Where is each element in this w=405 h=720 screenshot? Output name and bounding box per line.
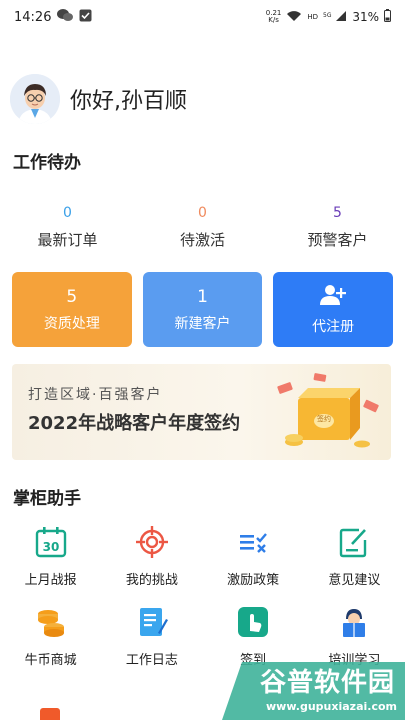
tool-label: 我的挑战 xyxy=(125,573,178,588)
tool-label: 激励政策 xyxy=(227,573,280,588)
target-icon xyxy=(132,522,172,562)
new-customer-card[interactable]: 1 新建客户 xyxy=(142,272,263,347)
add-user-icon xyxy=(319,284,347,310)
calendar-badge: 30 xyxy=(42,540,59,554)
stat-count: 5 xyxy=(333,205,342,221)
assistant-grid: 30 上月战报 我的挑战 激励政策 意见建议 牛币商城 工作日志 签到 培训学习 xyxy=(0,522,405,668)
battery-icon xyxy=(384,9,391,25)
stat-label: 最新订单 xyxy=(37,231,98,249)
tool-my-challenge[interactable]: 我的挑战 xyxy=(101,522,202,588)
stat-pending-activation[interactable]: 0 待激活 xyxy=(135,205,270,250)
stat-warning-customers[interactable]: 5 预警客户 xyxy=(270,205,405,250)
box-label: 签约 xyxy=(317,415,331,423)
stat-label: 预警客户 xyxy=(307,231,368,249)
action-cards: 5 资质处理 1 新建客户 代注册 xyxy=(12,272,394,347)
watermark-url: www.gupuxiazai.com xyxy=(266,700,397,713)
calendar-30-icon: 30 xyxy=(31,522,71,562)
tool-check-in[interactable]: 签到 xyxy=(203,602,304,668)
net-speed: 0.21 K/s xyxy=(266,10,282,24)
feedback-edit-icon xyxy=(334,522,374,562)
todo-stats: 0 最新订单 0 待激活 5 预警客户 xyxy=(0,205,405,250)
notepad-icon xyxy=(132,602,172,642)
tool-coin-mall[interactable]: 牛币商城 xyxy=(0,602,101,668)
wechat-icon xyxy=(57,8,74,26)
status-time: 14:26 xyxy=(14,9,52,25)
stat-count: 0 xyxy=(198,205,207,221)
assistant-section-title: 掌柜助手 xyxy=(13,489,81,509)
net-speed-unit: K/s xyxy=(268,16,279,24)
download-check-icon xyxy=(79,9,92,26)
coins-icon xyxy=(31,602,71,642)
battery-percent: 31% xyxy=(352,10,379,24)
tool-label: 上月战报 xyxy=(24,573,77,588)
promo-banner[interactable]: 打造区域·百强客户 2022年战略客户年度签约 签约 xyxy=(12,364,391,460)
tool-label: 意见建议 xyxy=(328,573,381,588)
treasure-box-icon xyxy=(277,373,379,448)
tool-work-log[interactable]: 工作日志 xyxy=(101,602,202,668)
wifi-icon xyxy=(286,10,302,25)
stat-label: 待激活 xyxy=(179,231,225,249)
card-label: 代注册 xyxy=(312,318,355,335)
card-label: 新建客户 xyxy=(174,315,231,332)
todo-section-title: 工作待办 xyxy=(13,153,81,173)
register-for-card[interactable]: 代注册 xyxy=(273,272,394,347)
greeting-text: 你好,孙百顺 xyxy=(70,89,187,114)
touch-hand-icon xyxy=(233,602,273,642)
stat-count: 0 xyxy=(63,205,72,221)
qualification-card[interactable]: 5 资质处理 xyxy=(12,272,132,347)
banner-title: 2022年战略客户年度签约 xyxy=(28,413,241,434)
network-type: 5G xyxy=(323,11,332,19)
reading-person-icon xyxy=(334,602,374,642)
tool-training[interactable]: 培训学习 xyxy=(304,602,405,668)
status-bar: 14:26 0.21 K/s HD 5G 31% xyxy=(0,0,405,34)
stat-new-orders[interactable]: 0 最新订单 xyxy=(0,205,135,250)
watermark-title: 谷普软件园 xyxy=(259,668,395,698)
tool-label: 工作日志 xyxy=(125,653,178,668)
tool-feedback[interactable]: 意见建议 xyxy=(304,522,405,588)
hd-badge: HD xyxy=(307,13,319,21)
tool-incentive-policy[interactable]: 激励政策 xyxy=(203,522,304,588)
avatar[interactable] xyxy=(10,74,60,124)
tool-label: 牛币商城 xyxy=(24,653,77,668)
user-greeting: 你好,孙百顺 xyxy=(10,74,187,124)
more-tool-icon[interactable] xyxy=(40,708,60,720)
card-count: 1 xyxy=(197,286,208,307)
banner-subtitle: 打造区域·百强客户 xyxy=(28,387,163,403)
card-label: 资质处理 xyxy=(43,315,100,332)
watermark: 谷普软件园 www.gupuxiazai.com xyxy=(222,660,405,720)
signal-icon: 5G xyxy=(323,10,347,25)
card-count: 5 xyxy=(66,286,78,307)
policy-list-icon xyxy=(233,522,273,562)
tool-last-month-report[interactable]: 30 上月战报 xyxy=(0,522,101,588)
